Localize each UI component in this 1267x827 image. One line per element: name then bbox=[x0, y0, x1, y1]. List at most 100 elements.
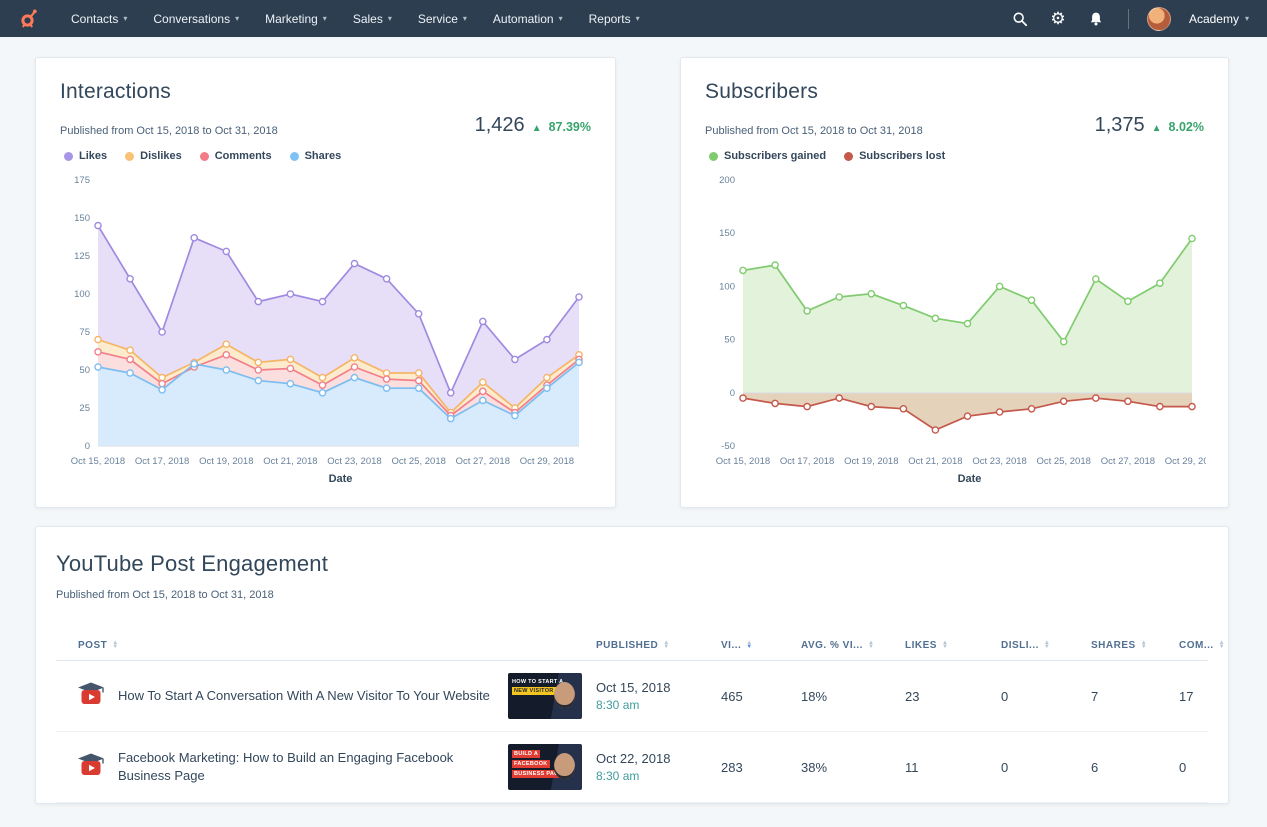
column-header-shares[interactable]: SHARES ▲ ▼ bbox=[1091, 640, 1179, 651]
thumbnail-face bbox=[554, 753, 575, 779]
youtube-academy-icon bbox=[76, 752, 106, 782]
nav-item-automation[interactable]: Automation ▾ bbox=[480, 0, 576, 37]
nav-divider bbox=[1127, 8, 1129, 29]
interactions-legend: Likes Dislikes Comments Shares bbox=[64, 150, 591, 162]
column-header-comments[interactable]: COM... ▲ ▼ bbox=[1179, 640, 1225, 651]
chevron-down-icon: ▾ bbox=[235, 13, 240, 23]
subscribers-card: Subscribers Published from Oct 15, 2018 … bbox=[680, 57, 1229, 508]
chevron-down-icon: ▾ bbox=[387, 13, 392, 23]
svg-text:Oct 17, 2018: Oct 17, 2018 bbox=[780, 456, 834, 467]
svg-text:Oct 17, 2018: Oct 17, 2018 bbox=[135, 456, 189, 467]
published-time: 8:30 am bbox=[596, 769, 640, 783]
legend-item-subscribers-lost[interactable]: Subscribers lost bbox=[844, 150, 945, 162]
svg-text:Oct 15, 2018: Oct 15, 2018 bbox=[716, 456, 770, 467]
svg-text:Oct 27, 2018: Oct 27, 2018 bbox=[1101, 456, 1155, 467]
published-date: Oct 15, 2018 bbox=[596, 680, 671, 695]
top-nav: Contacts ▾ Conversations ▾ Marketing ▾ Sale… bbox=[0, 0, 1267, 37]
gained-dot-icon bbox=[709, 151, 718, 161]
shares-value: 7 bbox=[1091, 688, 1099, 704]
svg-text:Oct 19, 2018: Oct 19, 2018 bbox=[844, 456, 898, 467]
published-time: 8:30 am bbox=[596, 698, 640, 712]
nav-label: Conversations bbox=[153, 11, 231, 26]
post-title-link[interactable]: Facebook Marketing: How to Build an Enga… bbox=[118, 749, 508, 784]
avatar[interactable] bbox=[1146, 6, 1171, 31]
svg-text:0: 0 bbox=[730, 388, 735, 399]
svg-text:Oct 29, 2018: Oct 29, 2018 bbox=[1165, 456, 1206, 467]
svg-text:Oct 25, 2018: Oct 25, 2018 bbox=[1036, 456, 1090, 467]
svg-text:Oct 27, 2018: Oct 27, 2018 bbox=[456, 456, 510, 467]
legend-item-subscribers-gained[interactable]: Subscribers gained bbox=[709, 150, 826, 162]
sort-icon: ▲ ▼ bbox=[867, 639, 875, 650]
legend-item-comments[interactable]: Comments bbox=[199, 150, 272, 162]
bell-icon[interactable] bbox=[1082, 5, 1110, 33]
interactions-total-stat: 1,426 ▲ 87.39% bbox=[475, 114, 591, 137]
lost-dot-icon bbox=[844, 151, 854, 161]
interactions-chart: 175 150 125 100 75 50 25 0 Oct 15, 2018 Oct 17, 2… bbox=[71, 175, 583, 467]
video-thumbnail[interactable]: BUILD A FACEBOOK BUSINESS PAGE bbox=[508, 744, 582, 790]
likes-dot-icon bbox=[64, 151, 73, 161]
column-label: SHARES bbox=[1091, 640, 1136, 651]
column-header-likes[interactable]: LIKES ▲ ▼ bbox=[905, 640, 1001, 651]
video-thumbnail[interactable]: HOW TO START A NEW VISITOR bbox=[508, 673, 582, 719]
nav-item-service[interactable]: Service ▾ bbox=[405, 0, 480, 37]
nav-label: Automation bbox=[492, 11, 554, 26]
hubspot-logo[interactable] bbox=[16, 7, 40, 31]
nav-label: Reports bbox=[588, 11, 631, 26]
legend-label: Dislikes bbox=[140, 150, 182, 162]
search-icon[interactable] bbox=[1006, 5, 1034, 33]
column-label: POST bbox=[78, 640, 108, 651]
table-row: Facebook Marketing: How to Build an Enga… bbox=[56, 732, 1208, 803]
svg-text:200: 200 bbox=[719, 175, 735, 186]
subscribers-total-stat: 1,375 ▲ 8.02% bbox=[1095, 114, 1204, 137]
svg-text:125: 125 bbox=[74, 251, 90, 262]
nav-menu: Contacts ▾ Conversations ▾ Marketing ▾ Sale… bbox=[58, 0, 653, 37]
nav-item-contacts[interactable]: Contacts ▾ bbox=[58, 0, 140, 37]
svg-text:Oct 21, 2018: Oct 21, 2018 bbox=[908, 456, 962, 467]
dislikes-dot-icon bbox=[125, 151, 135, 161]
sort-icon: ▲ ▼ bbox=[941, 639, 949, 650]
nav-label: Contacts bbox=[71, 11, 119, 26]
svg-text:100: 100 bbox=[719, 281, 735, 292]
chevron-down-icon: ▾ bbox=[322, 13, 327, 23]
dislikes-value: 0 bbox=[1001, 759, 1009, 775]
thumbnail-face bbox=[554, 682, 575, 708]
legend-label: Shares bbox=[304, 150, 342, 162]
svg-text:Oct 15, 2018: Oct 15, 2018 bbox=[71, 456, 125, 467]
svg-text:0: 0 bbox=[85, 441, 90, 452]
thumbnail-text: NEW VISITOR bbox=[512, 687, 556, 695]
svg-text:Oct 23, 2018: Oct 23, 2018 bbox=[972, 456, 1026, 467]
interactions-total: 1,426 bbox=[474, 114, 525, 136]
thumbnail-text: BUILD A bbox=[512, 750, 541, 758]
column-label: VI... bbox=[721, 640, 742, 651]
up-triangle-icon: ▲ bbox=[531, 123, 542, 134]
chevron-down-icon: ▾ bbox=[462, 13, 467, 23]
post-cell: How To Start A Conversation With A New V… bbox=[56, 673, 596, 719]
nav-label: Service bbox=[417, 11, 458, 26]
likes-value: 23 bbox=[905, 688, 920, 704]
legend-item-shares[interactable]: Shares bbox=[289, 150, 342, 162]
chevron-down-icon: ▾ bbox=[123, 13, 128, 23]
account-menu[interactable]: Academy ▾ bbox=[1189, 12, 1249, 26]
column-header-dislikes[interactable]: DISLI... ▲ ▼ bbox=[1001, 640, 1091, 651]
legend-label: Comments bbox=[214, 150, 272, 162]
gear-icon[interactable]: ⚙ bbox=[1044, 5, 1072, 33]
nav-item-conversations[interactable]: Conversations ▾ bbox=[140, 0, 252, 37]
nav-item-marketing[interactable]: Marketing ▾ bbox=[252, 0, 340, 37]
column-label: PUBLISHED bbox=[596, 640, 659, 651]
post-cell: Facebook Marketing: How to Build an Enga… bbox=[56, 744, 596, 790]
interactions-title: Interactions bbox=[60, 80, 171, 103]
subscribers-total: 1,375 bbox=[1094, 114, 1145, 136]
nav-item-sales[interactable]: Sales ▾ bbox=[340, 0, 405, 37]
svg-text:Oct 19, 2018: Oct 19, 2018 bbox=[199, 456, 253, 467]
legend-label: Likes bbox=[79, 150, 108, 162]
column-header-views[interactable]: VI... ▲ ▼ bbox=[721, 640, 801, 651]
column-header-post[interactable]: POST ▲ ▼ bbox=[56, 640, 596, 651]
column-header-published[interactable]: PUBLISHED ▲ ▼ bbox=[596, 640, 721, 651]
subscribers-chart: 200 150 100 50 0 -50 Oct 15, 2018 Oct 17, 2018 O… bbox=[716, 175, 1206, 467]
table-header-row: POST ▲ ▼ PUBLISHED ▲ ▼ VI... ▲ ▼ AVG. % VI... ▲… bbox=[56, 631, 1225, 661]
column-header-avg-view[interactable]: AVG. % VI... ▲ ▼ bbox=[801, 640, 905, 651]
legend-item-dislikes[interactable]: Dislikes bbox=[125, 150, 182, 162]
post-title-link[interactable]: How To Start A Conversation With A New V… bbox=[118, 687, 508, 705]
nav-item-reports[interactable]: Reports ▾ bbox=[576, 0, 653, 37]
legend-item-likes[interactable]: Likes bbox=[64, 150, 107, 162]
